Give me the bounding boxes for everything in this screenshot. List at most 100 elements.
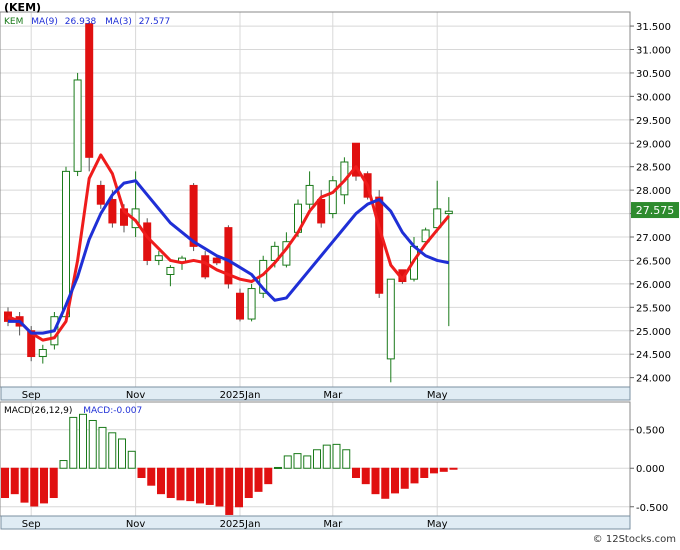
macd-legend: MACD(26,12,9) MACD:-0.007 bbox=[4, 406, 142, 416]
macd-bar-positive bbox=[332, 443, 341, 469]
macd-bar-negative bbox=[391, 467, 399, 494]
macd-bar-negative bbox=[420, 467, 429, 478]
macd-bar-positive bbox=[127, 450, 136, 469]
macd-bar-negative bbox=[235, 467, 243, 508]
price-y-tick-label: 31.000 bbox=[636, 46, 671, 57]
macd-bar-positive bbox=[108, 432, 117, 469]
macd-y-tick-label: 0.000 bbox=[636, 464, 665, 475]
price-y-tick-label: 24.000 bbox=[636, 374, 671, 385]
price-x-tick-label: Mar bbox=[323, 390, 343, 401]
price-y-tick-label: 25.000 bbox=[636, 327, 671, 338]
price-x-tick-label: 2025Jan bbox=[220, 390, 261, 401]
legend-ma3-label: MA(3) bbox=[105, 17, 132, 27]
candle-up bbox=[62, 170, 70, 318]
macd-bar-negative bbox=[10, 467, 19, 495]
macd-bar-positive bbox=[322, 444, 331, 469]
candle-up bbox=[386, 278, 395, 360]
macd-bar-negative bbox=[166, 467, 175, 499]
macd-bar-negative bbox=[352, 467, 360, 478]
macd-bar-negative bbox=[254, 467, 263, 492]
last-price-label: 27.575 bbox=[636, 204, 675, 217]
macd-bar-positive bbox=[303, 455, 312, 469]
macd-y-tick-label: 0.500 bbox=[636, 426, 665, 437]
candle-down bbox=[189, 184, 198, 247]
footer-credit: © 12Stocks.com bbox=[593, 534, 676, 545]
macd-bar-positive bbox=[274, 466, 282, 469]
price-y-tick-label: 27.000 bbox=[636, 233, 671, 244]
price-y-tick-label: 29.500 bbox=[636, 116, 671, 127]
macd-bar-negative bbox=[40, 467, 48, 504]
legend-ticker: KEM bbox=[4, 17, 23, 27]
candle-down bbox=[143, 222, 152, 261]
macd-bar-negative bbox=[439, 467, 448, 472]
macd-bar-positive bbox=[88, 419, 97, 469]
macd-bar-negative bbox=[186, 467, 195, 502]
candle-down bbox=[108, 199, 117, 224]
macd-bar-negative bbox=[30, 467, 39, 507]
price-x-tick-label: Sep bbox=[22, 390, 41, 401]
macd-bar-negative bbox=[196, 467, 204, 504]
candle-up bbox=[247, 288, 256, 320]
macd-bar-negative bbox=[225, 467, 234, 515]
candle-down bbox=[201, 255, 210, 278]
macd-bar-negative bbox=[176, 467, 185, 501]
price-y-tick-label: 24.500 bbox=[636, 350, 671, 361]
candle-down bbox=[85, 23, 94, 158]
macd-bar-positive bbox=[69, 416, 78, 469]
candle-up bbox=[166, 266, 175, 275]
candle-up bbox=[38, 349, 47, 358]
price-x-axis-strip bbox=[0, 386, 631, 401]
candle-up bbox=[305, 184, 314, 205]
price-x-tick-label: May bbox=[427, 390, 448, 401]
stock-chart: 24.000 24.500 25.000 25.500 26.000 26.500 27.0… bbox=[0, 0, 680, 546]
price-x-tick-label: Nov bbox=[126, 390, 146, 401]
macd-bar-positive bbox=[98, 426, 107, 469]
price-y-tick-label: 28.000 bbox=[636, 186, 671, 197]
candle-up bbox=[328, 180, 337, 215]
candle-up bbox=[444, 210, 453, 215]
macd-bar-negative bbox=[244, 467, 253, 499]
price-y-tick-label: 30.500 bbox=[636, 69, 671, 80]
macd-bar-negative bbox=[400, 467, 409, 489]
candle-down bbox=[212, 257, 221, 264]
macd-bar-negative bbox=[215, 467, 224, 507]
macd-bar-negative bbox=[20, 467, 29, 503]
price-y-tick-label: 28.500 bbox=[636, 163, 671, 174]
macd-bar-negative bbox=[371, 467, 380, 495]
legend-ma3-value: 27.577 bbox=[139, 17, 171, 27]
macd-bar-positive bbox=[283, 455, 292, 469]
macd-bar-negative bbox=[449, 467, 458, 470]
macd-bar-positive bbox=[118, 438, 126, 469]
macd-bar-negative bbox=[137, 467, 146, 478]
price-y-tick-label: 31.500 bbox=[636, 22, 671, 33]
candle-down bbox=[375, 196, 384, 294]
macd-legend-value: MACD:-0.007 bbox=[83, 406, 142, 416]
candle-down bbox=[96, 184, 105, 205]
candle-down bbox=[317, 199, 326, 224]
macd-bar-negative bbox=[430, 467, 438, 474]
price-y-tick-label: 29.000 bbox=[636, 139, 671, 150]
price-y-tick-label: 30.000 bbox=[636, 92, 671, 103]
price-y-tick-label: 26.000 bbox=[636, 280, 671, 291]
macd-legend-name: MACD(26,12,9) bbox=[4, 406, 72, 416]
legend-ma9-label: MA(9) bbox=[31, 17, 58, 27]
macd-bar-negative bbox=[264, 467, 273, 485]
price-y-tick-label: 25.500 bbox=[636, 303, 671, 314]
macd-x-tick-label: Mar bbox=[323, 519, 343, 530]
macd-bar-negative bbox=[147, 467, 156, 486]
legend-ma9-value: 26.938 bbox=[65, 17, 97, 27]
macd-bar-negative bbox=[410, 467, 419, 484]
macd-bar-negative bbox=[1, 467, 9, 499]
chart-title: (KEM) bbox=[4, 1, 41, 14]
chart-svg: 24.000 24.500 25.000 25.500 26.000 26.500 27.0… bbox=[0, 0, 680, 546]
macd-bar-positive bbox=[79, 413, 87, 469]
price-y-tick-label: 26.500 bbox=[636, 256, 671, 267]
macd-bar-negative bbox=[49, 467, 58, 499]
candle-up bbox=[73, 79, 82, 172]
candle-up bbox=[154, 255, 163, 261]
macd-bar-positive bbox=[342, 449, 351, 469]
macd-x-tick-label: Nov bbox=[126, 519, 146, 530]
macd-bar-negative bbox=[205, 467, 214, 505]
macd-bar-negative bbox=[361, 467, 370, 485]
macd-x-tick-label: May bbox=[427, 519, 448, 530]
